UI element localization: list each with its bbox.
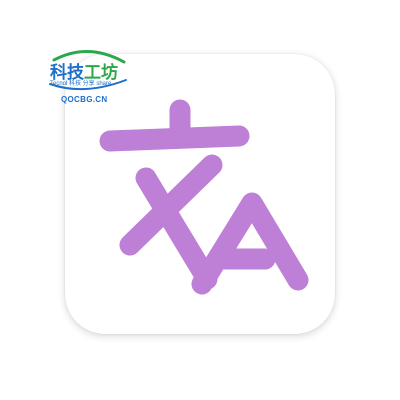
a-outline <box>191 192 309 295</box>
watermark-logo: 科技工坊 Tecnol 科技 分享 share QOCBG.CN <box>28 44 140 116</box>
canvas: 科技工坊 Tecnol 科技 分享 share QOCBG.CN <box>0 0 400 400</box>
watermark-domain: QOCBG.CN <box>61 95 108 104</box>
watermark-subtitle: Tecnol 科技 分享 share <box>50 81 112 87</box>
wen-top-bar <box>99 125 250 152</box>
latin-a-glyph <box>191 192 309 295</box>
